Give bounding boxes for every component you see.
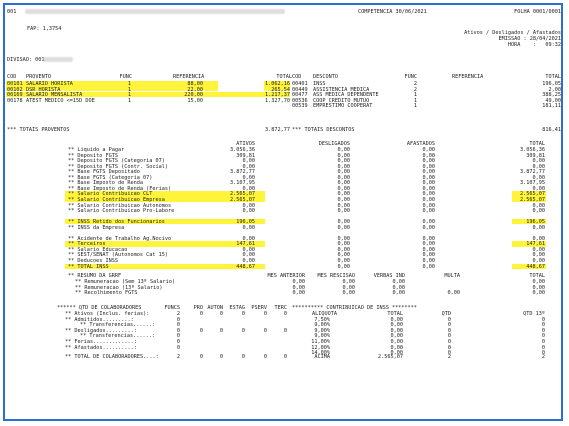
redacted-report-title — [25, 9, 285, 14]
summary-label: ** Salario Contribuicao Pro-Labore — [68, 208, 175, 215]
provento-cod: 00178 — [7, 97, 23, 104]
inss-total-3: 2 — [541, 354, 545, 360]
report-code: 001 — [7, 9, 17, 15]
summary-value-1: 0,00 — [337, 224, 351, 231]
inss-total-2: 2 — [447, 354, 451, 360]
summary-value-1: 0,00 — [337, 263, 351, 270]
col-cod: COD — [7, 74, 17, 80]
divisao-label: DIVISAO: 001 — [7, 57, 45, 63]
totais-proventos: 3.872,77 — [265, 127, 290, 133]
grrf-value-2: 0,00 — [392, 290, 406, 297]
grrf-header-3: MULTA — [444, 273, 460, 279]
colab-value-0: 0 — [176, 344, 180, 351]
provento-func: 1 — [127, 97, 131, 104]
desconto-func: 1 — [413, 103, 417, 110]
report-window: 001 COMPETENCIA 30/06/2021 FOLHA 0001/0001… — [3, 3, 563, 421]
desconto-desc: EMPRESTIMO COOPERAT — [313, 103, 373, 110]
summary-value-2: 0,00 — [422, 263, 436, 270]
desconto-total: 181,11 — [542, 103, 561, 110]
colab-total-label: ** TOTAL DE COLABORADORES....: — [65, 354, 159, 360]
summary-label: ** TOTAL INSS — [68, 263, 109, 270]
grrf-value-3: 0,00 — [447, 290, 461, 297]
redacted-divisao-name — [43, 57, 73, 62]
provento-desc: ATEST MEDICO <=15D DOE — [26, 97, 95, 104]
summary-label: ** INSS da Empresa — [68, 224, 125, 231]
summary-value-1: 0,00 — [337, 208, 351, 215]
totais-proventos-label: *** TOTAIS PROVENTOS — [7, 127, 70, 133]
summary-value-3: 448,67 — [526, 263, 545, 270]
col-func-desc: FUNC — [404, 74, 418, 80]
col-provento: PROVENTO — [26, 74, 51, 80]
competencia: COMPETENCIA 30/06/2021 — [358, 9, 427, 15]
col-referencia-desc: REFERENCIA — [452, 74, 484, 80]
colab-value-5: 0 — [283, 327, 287, 334]
inss-total-0: ACIMA — [314, 354, 330, 360]
fap-value: FAP: 1,3754 — [27, 26, 62, 32]
grrf-row-label: ** Recolhimento FGTS — [75, 290, 138, 297]
hora-time: HORA : 09:32 — [507, 42, 561, 48]
desconto-cod: 00539 — [292, 103, 308, 110]
totais-descontos-label: *** TOTAIS DESCONTOS — [292, 127, 355, 133]
summary-value-2: 0,00 — [422, 224, 436, 231]
totais-descontos: 816,41 — [542, 127, 561, 133]
grrf-value-4: 0,00 — [532, 290, 546, 297]
col-total-desc: TOTAL — [545, 74, 561, 80]
col-desconto: DESCONTO — [313, 74, 338, 80]
provento-total: 1.327,70 — [265, 97, 290, 104]
folha: FOLHA 0001/0001 — [514, 9, 561, 15]
grrf-value-1: 0,00 — [342, 290, 356, 297]
inss-total-1: 2.565,07 — [378, 354, 403, 360]
col-referencia: REFERENCIA — [173, 74, 205, 80]
col-total: TOTAL — [276, 74, 292, 80]
summary-value-3: 0,00 — [532, 208, 546, 215]
provento-ref: 15,00 — [187, 97, 203, 104]
colab-value-5: 0 — [283, 311, 287, 317]
col-cod-desc: COD — [292, 74, 302, 80]
colab-row-label: ** Afastados..........: — [65, 344, 137, 351]
summary-value-0: 0,00 — [242, 208, 256, 215]
summary-value-0: 0,00 — [242, 224, 256, 231]
summary-value-3: 0,00 — [532, 224, 546, 231]
grrf-value-0: 0,00 — [292, 290, 306, 297]
summary-value-2: 0,00 — [422, 208, 436, 215]
col-func: FUNC — [119, 74, 133, 80]
summary-value-0: 448,67 — [236, 263, 255, 270]
